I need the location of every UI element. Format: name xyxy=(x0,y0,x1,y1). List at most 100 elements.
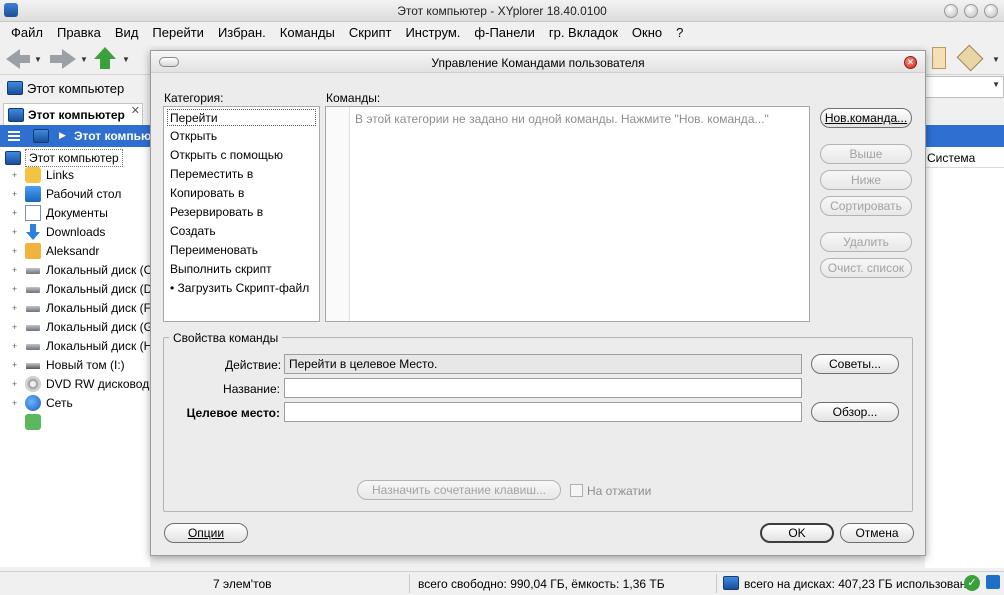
dialog-close-icon[interactable]: ✕ xyxy=(904,56,917,69)
up-arrow-icon[interactable] xyxy=(94,47,116,59)
commands-list[interactable]: В этой категории не задано ни одной кома… xyxy=(325,106,810,322)
tree-item-label: Локальный диск (F xyxy=(46,301,151,315)
move-down-button[interactable]: Ниже xyxy=(820,170,912,190)
move-up-button[interactable]: Выше xyxy=(820,144,912,164)
category-item[interactable]: Открыть xyxy=(168,128,317,145)
close-tab-icon[interactable]: ✕ xyxy=(131,104,140,117)
tree-item[interactable]: + Сеть xyxy=(0,394,150,413)
on-release-checkbox[interactable] xyxy=(570,484,583,497)
dialog-title: Управление Командами пользователя xyxy=(431,56,645,70)
forward-arrow-icon[interactable] xyxy=(62,49,76,69)
category-item[interactable]: Переименовать xyxy=(168,242,317,259)
maximize-button[interactable] xyxy=(964,4,978,18)
tree-item[interactable]: + Локальный диск (H xyxy=(0,337,152,356)
cancel-button[interactable]: Отмена xyxy=(840,523,914,543)
category-item[interactable]: Выполнить скрипт xyxy=(168,261,317,278)
clear-list-button[interactable]: Очист. список xyxy=(820,258,912,278)
hard-disk-icon xyxy=(25,262,41,278)
expand-icon[interactable]: + xyxy=(10,171,19,180)
tree-item[interactable]: + Локальный диск (F xyxy=(0,299,151,318)
minimize-button[interactable] xyxy=(944,4,958,18)
category-item[interactable]: • Загрузить Скрипт-файл xyxy=(168,280,317,297)
address-dropdown-icon[interactable]: ▼ xyxy=(992,80,1000,89)
delete-button[interactable]: Удалить xyxy=(820,232,912,252)
tree-item[interactable]: + Рабочий стол xyxy=(0,185,150,204)
right-address-bar[interactable]: ▼ xyxy=(925,76,1004,98)
menu-go[interactable]: Перейти xyxy=(145,22,211,43)
back-dropdown-icon[interactable]: ▼ xyxy=(34,55,42,75)
close-window-button[interactable] xyxy=(984,4,998,18)
computer-icon[interactable] xyxy=(33,129,49,143)
toolbar-more-icon[interactable]: ▼ xyxy=(992,55,1000,75)
tips-button[interactable]: Советы... xyxy=(811,354,899,374)
tree-item[interactable]: + Локальный диск (D xyxy=(0,280,152,299)
tree-item[interactable]: + Локальный диск (C xyxy=(0,261,152,280)
new-command-button[interactable]: Нов.команда... xyxy=(820,108,912,128)
tree-item[interactable]: + Новый том (I:) xyxy=(0,356,150,375)
expand-icon[interactable]: + xyxy=(10,190,19,199)
menu-panels[interactable]: ф-Панели xyxy=(467,22,541,43)
hamburger-icon[interactable] xyxy=(8,131,20,133)
tab-this-computer[interactable]: Этот компьютер ✕ xyxy=(3,103,143,125)
ok-button[interactable]: OK xyxy=(760,523,834,543)
sort-label: Сортировать xyxy=(830,199,902,213)
menu-tools[interactable]: Инструм. xyxy=(398,22,467,43)
target-field[interactable] xyxy=(284,402,802,422)
category-item[interactable]: Открыть с помощью xyxy=(168,147,317,164)
expand-icon[interactable]: + xyxy=(10,304,19,313)
tree-item[interactable]: + Документы xyxy=(0,204,150,223)
paint-icon[interactable] xyxy=(956,44,984,72)
file-list[interactable] xyxy=(925,168,1004,568)
tree-item[interactable]: + Downloads xyxy=(0,223,150,242)
menu-tab-groups[interactable]: гр. Вкладок xyxy=(542,22,625,43)
menu-edit[interactable]: Правка xyxy=(50,22,108,43)
breadcrumb-item[interactable]: Этот компьют xyxy=(74,129,157,143)
computer-icon xyxy=(723,576,739,590)
expand-icon[interactable]: + xyxy=(10,361,19,370)
up-dropdown-icon[interactable]: ▼ xyxy=(122,55,130,75)
expand-icon[interactable]: + xyxy=(10,323,19,332)
menu-file[interactable]: Файл xyxy=(4,22,50,43)
notes-icon[interactable] xyxy=(932,47,946,69)
browse-button[interactable]: Обзор... xyxy=(811,402,899,422)
category-item[interactable]: Резервировать в xyxy=(168,204,317,221)
assign-shortcut-button[interactable]: Назначить сочетание клавиш... xyxy=(357,480,561,500)
expand-icon[interactable]: + xyxy=(10,380,19,389)
status-item-count: 7 элем'тов xyxy=(213,577,272,591)
menu-commands[interactable]: Команды xyxy=(273,22,342,43)
expand-icon[interactable]: + xyxy=(10,399,19,408)
category-item[interactable]: Перейти xyxy=(167,109,316,126)
category-item[interactable]: Переместить в xyxy=(168,166,317,183)
column-header-system[interactable]: Система xyxy=(927,151,975,165)
tree-item[interactable]: + Links xyxy=(0,166,150,185)
breadcrumb: ▶ Этот компьют xyxy=(0,125,157,147)
menu-help[interactable]: ? xyxy=(669,22,690,43)
expand-icon[interactable]: + xyxy=(10,228,19,237)
category-item[interactable]: Создать xyxy=(168,223,317,240)
menu-favorites[interactable]: Избран. xyxy=(211,22,273,43)
expand-icon[interactable]: + xyxy=(10,247,19,256)
tree-item[interactable] xyxy=(0,413,150,432)
tree-item[interactable]: + DVD RW дисковод ( xyxy=(0,375,157,394)
check-icon[interactable]: ✓ xyxy=(964,575,980,591)
expand-icon[interactable]: + xyxy=(10,342,19,351)
forward-dropdown-icon[interactable]: ▼ xyxy=(80,55,88,75)
dvd-drive-icon xyxy=(25,376,41,392)
menu-window[interactable]: Окно xyxy=(625,22,669,43)
user-commands-dialog: Управление Командами пользователя ✕ Кате… xyxy=(150,50,926,556)
sort-button[interactable]: Сортировать xyxy=(820,196,912,216)
name-field[interactable] xyxy=(284,378,802,398)
category-list[interactable]: Перейти Открыть Открыть с помощью Перемести… xyxy=(163,106,320,322)
tree-item[interactable]: + Локальный диск (G xyxy=(0,318,153,337)
left-address-bar[interactable]: Этот компьютер xyxy=(0,76,150,100)
expand-icon[interactable]: + xyxy=(10,266,19,275)
tree-item[interactable]: + Aleksandr xyxy=(0,242,150,261)
expand-icon[interactable]: + xyxy=(10,209,19,218)
chevron-right-icon[interactable]: ▶ xyxy=(59,130,66,141)
menu-view[interactable]: Вид xyxy=(108,22,146,43)
options-button[interactable]: Опции xyxy=(164,523,248,543)
expand-icon[interactable]: + xyxy=(10,285,19,294)
category-item[interactable]: Копировать в xyxy=(168,185,317,202)
resize-grip-icon[interactable] xyxy=(986,575,1000,589)
menu-script[interactable]: Скрипт xyxy=(342,22,399,43)
